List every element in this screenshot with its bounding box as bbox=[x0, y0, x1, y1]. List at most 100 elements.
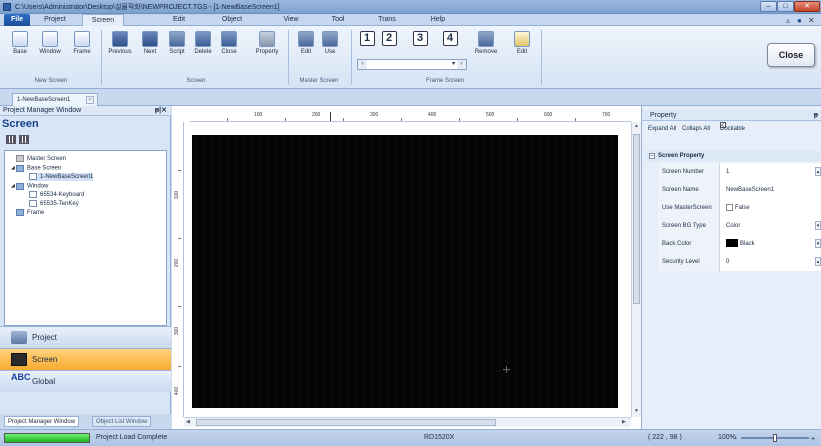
combo-left-arrow-icon[interactable]: ‹ bbox=[358, 60, 367, 69]
window-screen-button[interactable]: Window bbox=[36, 29, 64, 69]
tab-edit[interactable]: Edit bbox=[165, 14, 193, 26]
vertical-scroll-thumb[interactable] bbox=[633, 134, 640, 304]
nav-global[interactable]: ABC Global bbox=[0, 370, 171, 392]
collapse-icon[interactable]: − bbox=[649, 153, 655, 159]
page-icon bbox=[29, 173, 37, 180]
abc-icon: ABC bbox=[11, 372, 31, 382]
close-document-icon[interactable]: ✕ bbox=[808, 16, 815, 25]
scroll-down-icon[interactable]: ▼ bbox=[634, 408, 639, 414]
minimize-button[interactable]: – bbox=[760, 1, 777, 12]
folder-icon bbox=[16, 209, 24, 216]
frame-combo[interactable]: ‹ ▾ › bbox=[357, 59, 467, 70]
pin-icon[interactable]: ᵽ bbox=[814, 110, 818, 121]
cursor-coordinates: ( 222 , 98 ) bbox=[648, 434, 682, 441]
script-icon bbox=[169, 31, 185, 47]
folder-icon bbox=[16, 164, 24, 172]
checkbox-icon[interactable] bbox=[726, 203, 733, 211]
use-masterscreen-field[interactable]: False bbox=[720, 199, 821, 217]
list-view-icon[interactable] bbox=[6, 135, 16, 144]
collapse-all-button[interactable]: Collaps All bbox=[682, 122, 710, 136]
screen-canvas[interactable] bbox=[192, 135, 618, 408]
frame-screen-button[interactable]: Frame bbox=[68, 29, 96, 69]
load-progress-bar bbox=[4, 433, 90, 443]
tab-view[interactable]: View bbox=[276, 14, 306, 26]
delete-button[interactable]: Delete bbox=[189, 29, 217, 69]
app-icon bbox=[3, 3, 11, 11]
master-use-button[interactable]: Use bbox=[316, 29, 344, 69]
tree-node-base-screen[interactable]: ◢ Base Screen bbox=[11, 164, 61, 172]
screen-bg-type-select[interactable]: Color ▾ bbox=[720, 217, 821, 235]
tab-tool[interactable]: Tool bbox=[325, 14, 351, 26]
scroll-right-icon[interactable]: ▶ bbox=[622, 419, 626, 425]
spinner-icon[interactable]: ▴ bbox=[815, 167, 821, 176]
tab-project-manager-window[interactable]: Project Manager Window bbox=[4, 416, 80, 427]
tab-project[interactable]: Project bbox=[38, 14, 72, 26]
zoom-knob[interactable] bbox=[773, 434, 777, 442]
group-label-frame-screen: Frame Screen bbox=[425, 78, 464, 84]
screen-property-section[interactable]: − Screen Property bbox=[646, 151, 821, 161]
vertical-scrollbar[interactable]: ▲ ▼ bbox=[631, 122, 641, 417]
help-icon[interactable]: ● bbox=[797, 16, 802, 25]
expand-all-button[interactable]: Expand All bbox=[648, 122, 676, 136]
horizontal-scroll-thumb[interactable] bbox=[196, 419, 496, 426]
property-button[interactable]: Property bbox=[250, 29, 284, 69]
next-button[interactable]: Next bbox=[136, 29, 164, 69]
tab-screen[interactable]: Screen bbox=[82, 14, 124, 26]
progress-fill bbox=[5, 434, 89, 442]
tree-node-window[interactable]: ◢ Window bbox=[11, 182, 48, 190]
base-screen-button[interactable]: Base bbox=[6, 29, 34, 69]
tree-node-master-screen[interactable]: Master Screen bbox=[11, 155, 66, 163]
tab-help[interactable]: Help bbox=[425, 14, 451, 26]
scroll-up-icon[interactable]: ▲ bbox=[634, 123, 639, 129]
frame-edit-button[interactable]: Edit bbox=[508, 29, 536, 69]
script-button[interactable]: Script bbox=[163, 29, 191, 69]
property-row-screen-bg-type: Screen BG Type Color ▾ bbox=[658, 217, 821, 235]
page-icon bbox=[29, 200, 37, 207]
frame-remove-button[interactable]: Remove bbox=[470, 29, 502, 69]
pin-close-icon[interactable]: ᵽ|✕ bbox=[155, 106, 167, 116]
document-tab-strip: 1-NewBaseScreen1 ✕ bbox=[0, 89, 821, 106]
spinner-icon[interactable]: ▴ bbox=[815, 257, 821, 266]
screen-icon bbox=[11, 353, 27, 366]
tree-node-newbasescreen1[interactable]: 1-NewBaseScreen1 bbox=[29, 173, 94, 181]
status-bar: Project Load Complete RD1520X ( 222 , 98… bbox=[0, 429, 821, 446]
window-close-button[interactable]: ✕ bbox=[794, 1, 820, 12]
file-menu[interactable]: File bbox=[4, 14, 30, 26]
tab-object-list-window[interactable]: Object List Window bbox=[92, 416, 152, 427]
title-bar: C:\Users\Administrator\Desktop\설물작화\NEWP… bbox=[0, 0, 821, 14]
master-screen-icon bbox=[16, 155, 24, 162]
zoom-in-icon[interactable]: + bbox=[811, 432, 815, 446]
tree-node-tenkey[interactable]: 65535-TenKey bbox=[29, 200, 79, 208]
tab-object[interactable]: Object bbox=[214, 14, 250, 26]
ribbon-minimize-icon[interactable]: ▵ bbox=[786, 16, 790, 25]
back-color-select[interactable]: Black ▾ bbox=[720, 235, 821, 253]
document-tab[interactable]: 1-NewBaseScreen1 ✕ bbox=[12, 93, 98, 106]
zoom-out-icon[interactable]: − bbox=[733, 432, 737, 446]
maximize-button[interactable]: □ bbox=[777, 1, 794, 12]
chevron-down-icon[interactable]: ▾ bbox=[815, 239, 821, 248]
close-button[interactable]: Close bbox=[215, 29, 243, 69]
nav-screen[interactable]: Screen bbox=[0, 348, 171, 370]
horizontal-scrollbar[interactable]: ◀ ▶ bbox=[184, 417, 631, 427]
next-icon bbox=[142, 31, 158, 47]
tab-trans[interactable]: Trans bbox=[371, 14, 403, 26]
tree-node-frame[interactable]: Frame bbox=[11, 209, 44, 217]
chevron-down-icon[interactable]: ▾ bbox=[815, 221, 821, 230]
zoom-slider[interactable]: − + bbox=[733, 434, 817, 443]
property-toolbar: Expand All Collaps All ✓ Dockable bbox=[642, 122, 821, 136]
combo-right-arrow-icon[interactable]: › bbox=[457, 60, 466, 69]
screen-number-field[interactable]: 1 ▴ bbox=[720, 163, 821, 181]
security-level-field[interactable]: 0 ▴ bbox=[720, 253, 821, 271]
project-manager-panel: Project Manager Window ᵽ|✕ Screen Master… bbox=[0, 106, 171, 429]
previous-button[interactable]: Previous bbox=[106, 29, 134, 69]
chevron-down-icon[interactable]: ▾ bbox=[452, 60, 455, 69]
project-icon bbox=[11, 331, 27, 344]
nav-project[interactable]: Project bbox=[0, 326, 171, 348]
tree-node-keyboard[interactable]: 65534-Keyboard bbox=[29, 191, 84, 199]
scroll-left-icon[interactable]: ◀ bbox=[186, 419, 190, 425]
property-panel: Property ᵽ Expand All Collaps All ✓ Docka… bbox=[641, 106, 821, 429]
ribbon: Base Window Frame New Screen Previous Ne… bbox=[0, 26, 821, 89]
thumbnail-view-icon[interactable] bbox=[19, 135, 29, 144]
close-tab-icon[interactable]: ✕ bbox=[86, 96, 94, 104]
screen-name-field[interactable]: NewBaseScreen1 bbox=[720, 181, 821, 199]
